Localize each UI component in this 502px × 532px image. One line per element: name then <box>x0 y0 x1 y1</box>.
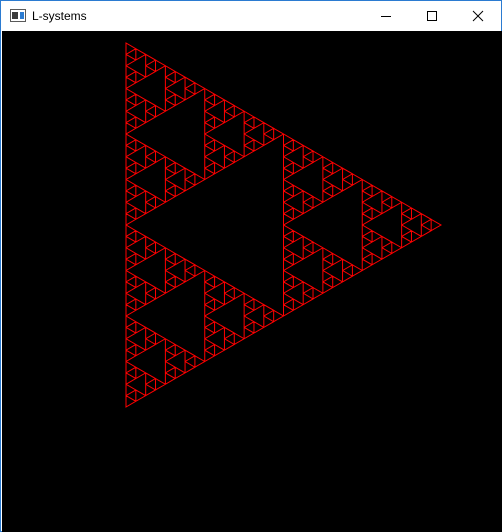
maximize-button[interactable] <box>409 1 455 31</box>
sierpinski-fractal <box>125 42 442 408</box>
fractal-lines <box>125 42 442 408</box>
drawing-canvas[interactable] <box>2 31 502 532</box>
window-app-icon[interactable] <box>10 9 26 22</box>
minimize-icon <box>381 16 391 17</box>
window-title: L-systems <box>32 9 87 23</box>
maximize-icon <box>427 11 437 21</box>
application-window: L-systems <box>0 0 502 532</box>
minimize-button[interactable] <box>363 1 409 31</box>
close-button[interactable] <box>455 1 501 31</box>
close-icon <box>472 10 484 22</box>
title-bar[interactable]: L-systems <box>1 1 501 31</box>
